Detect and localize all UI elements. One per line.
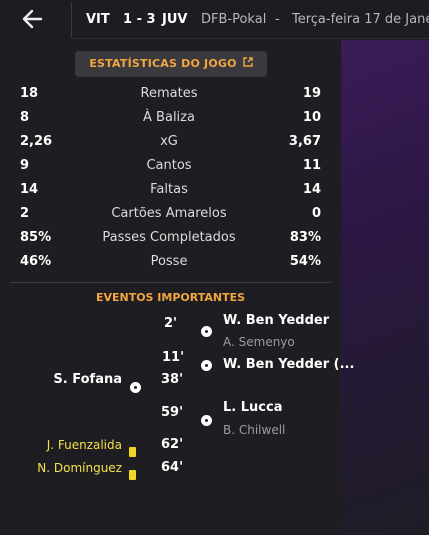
stat-row: 18 Remates 19 — [0, 84, 341, 104]
yellow-card-icon — [129, 470, 136, 480]
match-header: VIT 1 - 3 JUV DFB-Pokal - Terça-feira 17… — [0, 0, 429, 40]
stat-home-value: 46% — [20, 254, 52, 269]
match-stats-title: ESTATÍSTICAS DO JOGO — [89, 57, 237, 70]
stat-row: 46% Posse 54% — [0, 252, 341, 272]
stat-home-value: 18 — [20, 86, 39, 101]
stat-label: Posse — [150, 254, 188, 269]
external-link-icon — [242, 51, 253, 77]
stat-home-value: 85% — [20, 230, 52, 245]
back-arrow-icon[interactable] — [20, 9, 44, 31]
stat-home-value: 2 — [20, 206, 30, 221]
header-separator: - — [275, 12, 280, 27]
yellow-card-icon — [129, 447, 136, 457]
stat-away-value: 11 — [302, 158, 321, 173]
football-icon — [201, 360, 212, 371]
stat-row: 85% Passes Completados 83% — [0, 228, 341, 248]
event-player-name[interactable]: W. Ben Yedder (... — [223, 356, 354, 374]
event-minute: 64' — [161, 460, 184, 475]
stat-home-value: 8 — [20, 110, 30, 125]
event-player-name[interactable]: J. Fuenzalida — [47, 436, 122, 454]
background-gradient — [341, 40, 429, 535]
stat-row: 8 À Baliza 10 — [0, 108, 341, 128]
stat-home-value: 2,26 — [20, 134, 53, 149]
event-minute: 2' — [164, 316, 178, 331]
event-player-name[interactable]: L. Lucca — [223, 399, 282, 417]
stat-label: Passes Completados — [102, 230, 236, 245]
stat-away-value: 83% — [289, 230, 321, 245]
away-team-code[interactable]: JUV — [162, 11, 187, 29]
home-team-code[interactable]: VIT — [86, 11, 110, 29]
stat-home-value: 9 — [20, 158, 30, 173]
event-minute: 11' — [162, 350, 185, 365]
match-date: Terça-feira 17 de Janeiro — [292, 12, 429, 27]
header-divider — [71, 2, 72, 38]
football-icon — [130, 382, 141, 393]
stat-away-value: 14 — [302, 182, 321, 197]
stat-row: 9 Cantos 11 — [0, 156, 341, 176]
event-assist-name[interactable]: B. Chilwell — [223, 421, 285, 439]
stat-label: Cantos — [146, 158, 192, 173]
stat-row: 2 Cartões Amarelos 0 — [0, 204, 341, 224]
stat-label: xG — [160, 134, 178, 149]
stat-label: À Baliza — [143, 110, 195, 125]
competition-name[interactable]: DFB-Pokal — [201, 11, 266, 29]
football-icon — [201, 326, 212, 337]
stat-away-value: 54% — [289, 254, 321, 269]
match-score: 1 - 3 — [123, 12, 156, 27]
match-stats-button[interactable]: ESTATÍSTICAS DO JOGO — [75, 51, 267, 77]
stat-away-value: 10 — [302, 110, 321, 125]
event-player-name[interactable]: N. Domínguez — [37, 459, 122, 477]
stat-label: Cartões Amarelos — [111, 206, 227, 221]
stat-row: 2,26 xG 3,67 — [0, 132, 341, 152]
stat-away-value: 19 — [302, 86, 321, 101]
events-title: EVENTOS IMPORTANTES — [95, 291, 246, 304]
event-minute: 38' — [161, 372, 184, 387]
stat-home-value: 14 — [20, 182, 39, 197]
event-player-name[interactable]: S. Fofana — [53, 371, 122, 389]
stat-away-value: 0 — [311, 206, 321, 221]
stat-away-value: 3,67 — [288, 134, 321, 149]
section-divider — [10, 282, 331, 283]
stat-label: Faltas — [150, 182, 188, 197]
event-minute: 59' — [161, 405, 184, 420]
header-bottom-border — [72, 38, 429, 39]
event-assist-name[interactable]: A. Semenyo — [223, 333, 295, 351]
event-minute: 62' — [161, 437, 184, 452]
stat-label: Remates — [140, 86, 198, 101]
football-icon — [201, 415, 212, 426]
stat-row: 14 Faltas 14 — [0, 180, 341, 200]
event-player-name[interactable]: W. Ben Yedder — [223, 312, 329, 330]
